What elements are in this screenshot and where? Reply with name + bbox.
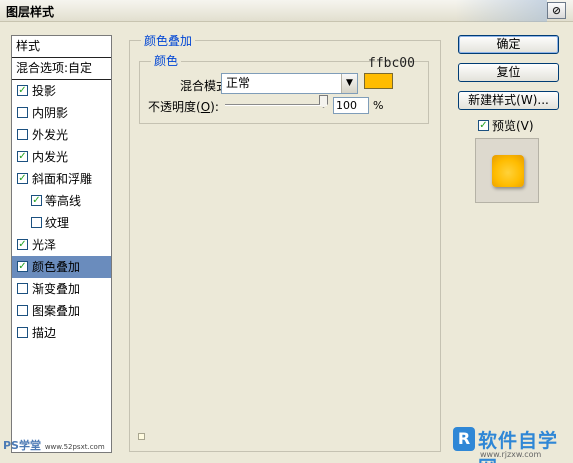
style-item[interactable]: 渐变叠加 [12,278,111,300]
styles-header[interactable]: 样式 [12,36,111,58]
style-item-label: 外发光 [32,128,69,142]
style-checkbox[interactable]: ✓ [17,173,28,184]
style-checkbox[interactable] [17,305,28,316]
style-item-label: 渐变叠加 [32,282,81,296]
opacity-label: 不透明度(O): [148,100,219,114]
style-checkbox[interactable] [17,283,28,294]
hex-annotation: ffbc00 [368,56,415,71]
watermark-left: PS学堂 www.52psxt.com [3,439,105,452]
panel-title: 颜色叠加 [141,32,196,49]
style-item-label: 颜色叠加 [32,260,81,274]
style-item-label: 投影 [32,84,57,98]
style-item[interactable]: 描边 [12,322,111,344]
style-item[interactable]: 纹理 [12,212,111,234]
title-bar-decoration [455,0,547,22]
site-url: www.rjzxw.com [480,450,542,459]
blending-options-item[interactable]: 混合选项:自定 [12,58,111,80]
close-icon[interactable]: ⊘ [547,2,566,19]
style-item[interactable]: ✓ 投影 [12,80,111,102]
preview-label: 预览(V) [492,119,534,133]
style-item[interactable]: ✓ 内发光 [12,146,111,168]
style-item-label: 纹理 [45,216,70,230]
preview-swatch [492,155,524,187]
style-checkbox[interactable]: ✓ [17,239,28,250]
style-item-label: 内阴影 [32,106,69,120]
preview-checkbox[interactable]: ✓ [478,120,489,131]
style-item[interactable]: 图案叠加 [12,300,111,322]
title-bar: 图层样式 ⊘ [0,0,573,22]
reset-button[interactable]: 复位 [458,63,559,82]
style-checkbox[interactable]: ✓ [17,261,28,272]
color-swatch[interactable] [364,73,393,89]
style-item[interactable]: 内阴影 [12,102,111,124]
style-checkbox[interactable]: ✓ [17,151,28,162]
opacity-input[interactable]: 100 [333,97,369,114]
style-item[interactable]: ✓ 斜面和浮雕 [12,168,111,190]
style-item-label: 图案叠加 [32,304,81,318]
style-item[interactable]: 外发光 [12,124,111,146]
style-item-label: 斜面和浮雕 [32,172,93,186]
site-logo-icon: R [453,427,475,451]
style-item-label: 描边 [32,326,57,340]
style-checkbox[interactable]: ✓ [17,85,28,96]
opacity-slider-track[interactable] [225,104,327,106]
style-checkbox[interactable] [17,129,28,140]
style-item[interactable]: ✓ 颜色叠加 [12,256,111,278]
style-checkbox[interactable] [17,107,28,118]
new-style-button[interactable]: 新建样式(W)... [458,91,559,110]
style-item-label: 等高线 [45,194,82,208]
window-title: 图层样式 [6,5,55,19]
styles-list: 样式 混合选项:自定 ✓ 投影 内阴影 外发光 ✓ 内发光 ✓ 斜面和浮雕 ✓ 等高线 纹理 ✓ 光泽 ✓… [11,35,112,453]
blend-mode-select[interactable]: 正常 ▼ [221,73,358,94]
style-checkbox[interactable] [31,217,42,228]
corner-marker [138,433,145,440]
ok-button[interactable]: 确定 [458,35,559,54]
watermark-right: R 软件自学网 www.rjzxw.com [453,423,569,463]
color-group-title: 颜色 [151,52,182,69]
style-item[interactable]: ✓ 光泽 [12,234,111,256]
style-item[interactable]: ✓ 等高线 [12,190,111,212]
opacity-unit: % [373,99,384,112]
dropdown-arrow-icon[interactable]: ▼ [341,74,357,93]
preview-toggle[interactable]: ✓ 预览(V) [478,117,534,134]
blend-mode-value: 正常 [226,76,251,90]
style-checkbox[interactable] [17,327,28,338]
style-item-label: 光泽 [32,238,57,252]
style-item-label: 内发光 [32,150,69,164]
style-preview [475,138,539,203]
style-checkbox[interactable]: ✓ [31,195,42,206]
